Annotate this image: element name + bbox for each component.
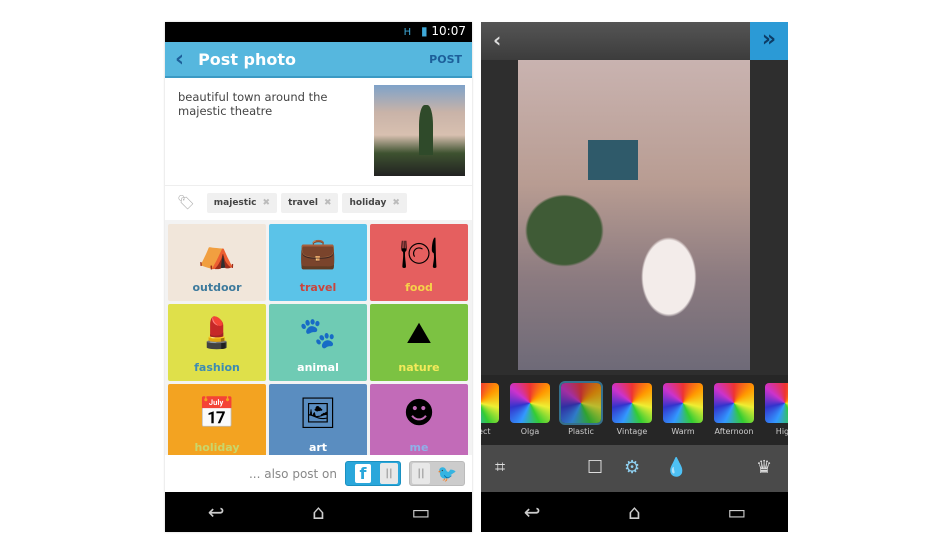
photo-preview bbox=[518, 60, 750, 370]
twitter-toggle[interactable]: || 🐦 bbox=[409, 461, 465, 486]
system-nav-bar: ↩ ⌂ ▭ bbox=[165, 492, 472, 532]
editor-top-bar: ‹ » bbox=[481, 22, 788, 60]
post-photo-screen: H ▮ 10:07 ‹ Post photo POST beautiful to… bbox=[165, 22, 472, 532]
category-label: art bbox=[308, 441, 328, 454]
caption-input[interactable]: beautiful town around the majestic theat… bbox=[178, 90, 353, 118]
mountain-icon: ⛰ bbox=[406, 316, 432, 351]
toggle-handle: || bbox=[380, 463, 398, 484]
nav-home-icon[interactable]: ⌂ bbox=[619, 500, 649, 524]
post-button[interactable]: POST bbox=[429, 53, 462, 66]
filter-thumbnail bbox=[559, 381, 603, 425]
crop-icon[interactable]: ⌗ bbox=[495, 457, 505, 478]
remove-tag-icon[interactable]: ✖ bbox=[392, 198, 400, 208]
remove-tag-icon[interactable]: ✖ bbox=[263, 198, 271, 208]
category-me[interactable]: ☻ me bbox=[370, 384, 468, 455]
share-bar: ... also post on f || || 🐦 bbox=[165, 455, 472, 492]
suitcase-icon: 💼 bbox=[299, 236, 337, 271]
filter-thumbnail bbox=[481, 383, 499, 423]
photo-thumbnail[interactable] bbox=[374, 85, 465, 176]
nav-back-icon[interactable]: ↩ bbox=[201, 500, 231, 524]
filter-high[interactable]: High bbox=[765, 383, 788, 436]
tag-chip[interactable]: majestic ✖ bbox=[206, 193, 278, 213]
nav-home-icon[interactable]: ⌂ bbox=[303, 500, 333, 524]
category-animal[interactable]: 🐾 animal bbox=[269, 304, 367, 381]
tent-icon: ⛺ bbox=[198, 236, 236, 271]
filter-thumbnail bbox=[510, 383, 550, 423]
paw-icon: 🐾 bbox=[299, 316, 337, 351]
category-label: holiday bbox=[194, 441, 240, 454]
category-label: me bbox=[409, 441, 429, 454]
category-travel[interactable]: 💼 travel bbox=[269, 224, 367, 301]
category-nature[interactable]: ⛰ nature bbox=[370, 304, 468, 381]
nav-back-icon[interactable]: ↩ bbox=[517, 500, 547, 524]
filter-thumbnail bbox=[765, 383, 788, 423]
back-button[interactable]: ‹ bbox=[175, 47, 184, 72]
magic-icon[interactable]: ♛ bbox=[756, 457, 772, 478]
plate-cutlery-icon: 🍽 bbox=[399, 236, 439, 271]
smiley-icon: ☻ bbox=[403, 396, 435, 431]
system-nav-bar: ↩ ⌂ ▭ bbox=[481, 492, 788, 532]
battery-icon: ▮ bbox=[420, 24, 432, 38]
calendar-icon: 📅 bbox=[198, 396, 236, 431]
app-bar: ‹ Post photo POST bbox=[165, 42, 472, 78]
category-label: nature bbox=[398, 361, 440, 374]
toggle-handle: || bbox=[412, 463, 430, 484]
filter-thumbnail bbox=[714, 383, 754, 423]
filter-plastic[interactable]: Plastic bbox=[559, 381, 603, 436]
editor-toolbar: ⌗ ☐ ⚙ 💧 ♛ bbox=[481, 445, 788, 492]
back-button[interactable]: ‹ bbox=[493, 28, 501, 52]
category-label: outdoor bbox=[192, 281, 242, 294]
filter-strip[interactable]: Effect OlgaPlasticVintage Warm Afternoon Hig… bbox=[481, 375, 788, 445]
facebook-icon: f bbox=[354, 464, 372, 483]
category-art[interactable]: 🖼 art bbox=[269, 384, 367, 455]
category-label: travel bbox=[299, 281, 337, 294]
next-button[interactable]: » bbox=[750, 22, 788, 60]
filter-effect[interactable]: Effect bbox=[481, 383, 499, 436]
clock: 10:07 bbox=[431, 24, 466, 38]
category-label: food bbox=[405, 281, 433, 294]
nav-recents-icon[interactable]: ▭ bbox=[722, 500, 752, 524]
tag-chip[interactable]: travel ✖ bbox=[281, 193, 339, 213]
photo-editor-screen: ‹ » Effect OlgaPlasticVintage Warm Afternoo… bbox=[481, 22, 788, 532]
page-title: Post photo bbox=[198, 49, 297, 69]
category-label: animal bbox=[297, 361, 339, 374]
filter-thumbnail bbox=[612, 383, 652, 423]
tag-icon: 🏷 bbox=[177, 195, 195, 211]
category-food[interactable]: 🍽 food bbox=[370, 224, 468, 301]
category-grid: ⛺ outdoor 💼 travel 🍽 food 💄 fashion 🐾 animal ⛰ natu… bbox=[168, 224, 470, 455]
filter-warm[interactable]: Warm bbox=[663, 383, 703, 436]
easel-icon: 🖼 bbox=[298, 396, 338, 431]
remove-tag-icon[interactable]: ✖ bbox=[324, 198, 332, 208]
tag-chip[interactable]: holiday ✖ bbox=[342, 193, 407, 213]
filter-label: High bbox=[775, 427, 788, 436]
also-post-label: ... also post on bbox=[248, 466, 337, 481]
drop-icon[interactable]: 💧 bbox=[665, 457, 687, 478]
category-label: fashion bbox=[194, 361, 240, 374]
filter-thumbnail bbox=[663, 383, 703, 423]
category-holiday[interactable]: 📅 holiday bbox=[168, 384, 266, 455]
filter-afternoon[interactable]: Afternoon bbox=[714, 383, 754, 436]
frame-icon[interactable]: ☐ bbox=[587, 457, 603, 478]
filter-vintage[interactable]: Vintage bbox=[612, 383, 652, 436]
filter-olga[interactable]: Olga bbox=[510, 383, 550, 436]
filter-icon[interactable]: ⚙ bbox=[624, 457, 640, 478]
twitter-icon: 🐦 bbox=[437, 464, 457, 483]
nav-recents-icon[interactable]: ▭ bbox=[406, 500, 436, 524]
category-fashion[interactable]: 💄 fashion bbox=[168, 304, 266, 381]
compose-area: beautiful town around the majestic theat… bbox=[165, 78, 472, 185]
signal-icon: H bbox=[403, 27, 412, 38]
status-bar: H ▮ 10:07 bbox=[165, 22, 472, 42]
tag-row: 🏷 majestic ✖ travel ✖ holiday ✖ bbox=[165, 185, 472, 220]
lipstick-icon: 💄 bbox=[198, 316, 236, 351]
facebook-toggle[interactable]: f || bbox=[345, 461, 401, 486]
category-outdoor[interactable]: ⛺ outdoor bbox=[168, 224, 266, 301]
